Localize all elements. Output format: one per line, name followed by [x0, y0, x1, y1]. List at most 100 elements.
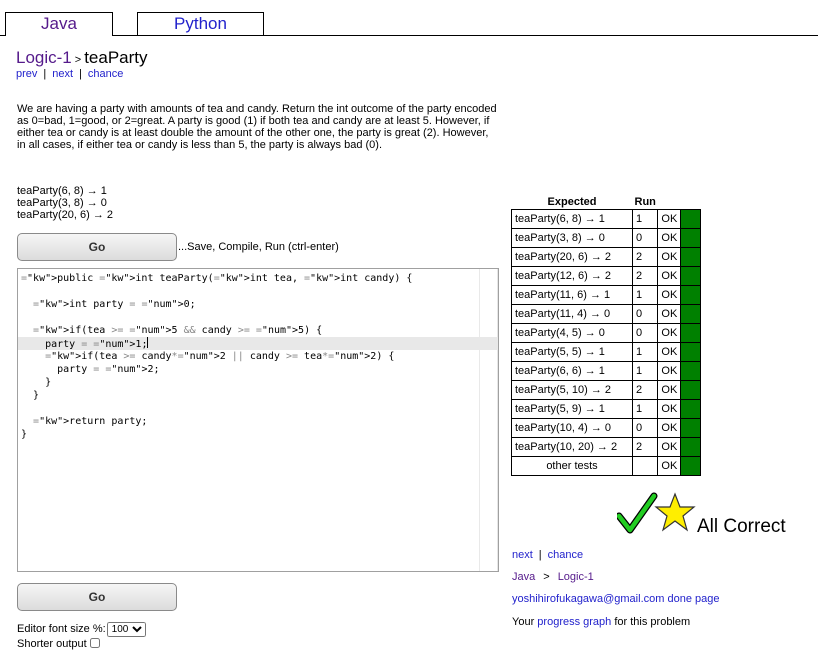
example-line: teaParty(6, 8) → 1 — [17, 185, 107, 197]
results-row: teaParty(12, 6) → 2 2 OK — [511, 266, 702, 286]
text-cursor — [147, 337, 149, 348]
pass-indicator — [680, 228, 702, 248]
results-row: teaParty(6, 8) → 1 1 OK — [511, 209, 702, 229]
status-cell: OK — [657, 380, 682, 400]
examples-list: teaParty(6, 8) → 1 teaParty(3, 8) → 0 te… — [17, 185, 113, 221]
section-nav-separator: > — [543, 571, 550, 583]
results-row: teaParty(6, 6) → 1 1 OK — [511, 361, 702, 381]
nav-divider: | — [43, 68, 47, 80]
results-row: teaParty(11, 4) → 0 0 OK — [511, 304, 702, 324]
breadcrumb-separator: > — [74, 54, 82, 66]
run-cell — [631, 456, 659, 476]
expected-cell: teaParty(6, 6) → 1 — [511, 361, 633, 381]
code-line[interactable]: } — [18, 376, 498, 389]
right-nav: next | chance — [512, 549, 583, 561]
run-cell: 1 — [631, 361, 659, 381]
tab-python[interactable]: Python — [137, 12, 264, 35]
expected-cell: teaParty(5, 9) → 1 — [511, 399, 633, 419]
run-cell: 0 — [631, 304, 659, 324]
code-line[interactable]: party = ="num">2; — [18, 363, 498, 376]
code-line[interactable]: ="kw">return party; — [18, 415, 498, 428]
code-line[interactable]: party = ="num">1; — [18, 337, 498, 350]
code-line[interactable]: ="kw">if(tea >= ="num">5 && candy >= ="n… — [18, 324, 498, 337]
progress-graph-link[interactable]: progress graph — [537, 616, 611, 628]
run-cell: 0 — [631, 228, 659, 248]
prev-link[interactable]: prev — [16, 68, 37, 80]
expected-cell: teaParty(10, 20) → 2 — [511, 437, 633, 457]
pass-indicator — [680, 323, 702, 343]
tab-java[interactable]: Java — [5, 12, 113, 36]
status-cell: OK — [657, 342, 682, 362]
results-table: Expected Run teaParty(6, 8) → 1 1 OK teaPar… — [511, 196, 702, 476]
problem-description: We are having a party with amounts of te… — [17, 103, 497, 151]
status-cell: OK — [657, 209, 682, 229]
go-hint: ...Save, Compile, Run (ctrl-enter) — [178, 241, 339, 253]
run-cell: 1 — [631, 342, 659, 362]
header-blank — [658, 196, 681, 210]
status-cell: OK — [657, 266, 682, 286]
code-area[interactable]: ="kw">public ="kw">int teaParty(="kw">in… — [18, 272, 498, 441]
status-cell: OK — [657, 361, 682, 381]
go-button-bottom[interactable]: Go — [17, 583, 177, 611]
header-run: Run — [634, 196, 656, 208]
progress-suffix: for this problem — [611, 616, 691, 628]
results-row: other tests OK — [511, 456, 702, 476]
editor-font-size: Editor font size %: 100 — [17, 622, 146, 637]
expected-cell: teaParty(10, 4) → 0 — [511, 418, 633, 438]
next-link-right[interactable]: next — [512, 549, 533, 561]
results-row: teaParty(3, 8) → 0 0 OK — [511, 228, 702, 248]
run-cell: 2 — [631, 437, 659, 457]
pass-indicator — [680, 266, 702, 286]
code-line[interactable]: ="kw">int party = ="num">0; — [18, 298, 498, 311]
go-button-top[interactable]: Go — [17, 233, 177, 261]
status-cell: OK — [657, 418, 682, 438]
expected-cell: teaParty(5, 5) → 1 — [511, 342, 633, 362]
status-cell: OK — [657, 399, 682, 419]
chance-link[interactable]: chance — [88, 68, 123, 80]
shorter-output-checkbox[interactable] — [89, 638, 100, 648]
run-cell: 2 — [631, 247, 659, 267]
nav-divider: | — [538, 549, 542, 561]
results-row: teaParty(10, 20) → 2 2 OK — [511, 437, 702, 457]
status-cell: OK — [657, 304, 682, 324]
code-editor[interactable]: ="kw">public ="kw">int teaParty(="kw">in… — [17, 268, 499, 572]
expected-cell: teaParty(12, 6) → 2 — [511, 266, 633, 286]
account-nav: yoshihirofukagawa@gmail.com done page — [512, 593, 719, 605]
breadcrumb-section-link[interactable]: Logic-1 — [16, 48, 72, 67]
expected-cell: teaParty(20, 6) → 2 — [511, 247, 633, 267]
editor-font-size-select[interactable]: 100 — [106, 622, 146, 637]
run-cell: 1 — [631, 399, 659, 419]
chance-link-right[interactable]: chance — [548, 549, 583, 561]
run-cell: 0 — [631, 418, 659, 438]
status-cell: OK — [657, 456, 682, 476]
expected-cell: teaParty(5, 10) → 2 — [511, 380, 633, 400]
status-cell: OK — [657, 247, 682, 267]
results-row: teaParty(5, 9) → 1 1 OK — [511, 399, 702, 419]
code-line[interactable] — [18, 285, 498, 298]
example-line: teaParty(3, 8) → 0 — [17, 197, 107, 209]
section-link[interactable]: Logic-1 — [558, 571, 594, 583]
pass-indicator — [680, 209, 702, 229]
page-title: teaParty — [84, 48, 148, 67]
expected-cell: other tests — [511, 456, 633, 476]
next-link[interactable]: next — [52, 68, 73, 80]
run-cell: 2 — [631, 266, 659, 286]
code-line[interactable]: } — [18, 389, 498, 402]
code-line[interactable] — [18, 311, 498, 324]
expected-cell: teaParty(3, 8) → 0 — [511, 228, 633, 248]
code-line[interactable]: } — [18, 428, 498, 441]
language-tabbar: Java Python — [0, 12, 818, 36]
run-cell: 0 — [631, 323, 659, 343]
code-line[interactable]: ="kw">if(tea >= candy*="num">2 || candy … — [18, 350, 498, 363]
done-page-link[interactable]: done page — [667, 593, 719, 605]
code-line[interactable] — [18, 402, 498, 415]
lang-link[interactable]: Java — [512, 571, 535, 583]
nav-divider: | — [79, 68, 82, 80]
user-email-link[interactable]: yoshihirofukagawa@gmail.com — [512, 593, 664, 605]
pass-indicator — [680, 361, 702, 381]
example-line: teaParty(20, 6) → 2 — [17, 209, 113, 221]
breadcrumb: Logic-1 > teaParty — [16, 48, 148, 70]
code-line[interactable]: ="kw">public ="kw">int teaParty(="kw">in… — [18, 272, 498, 285]
results-row: teaParty(5, 5) → 1 1 OK — [511, 342, 702, 362]
status-cell: OK — [657, 228, 682, 248]
